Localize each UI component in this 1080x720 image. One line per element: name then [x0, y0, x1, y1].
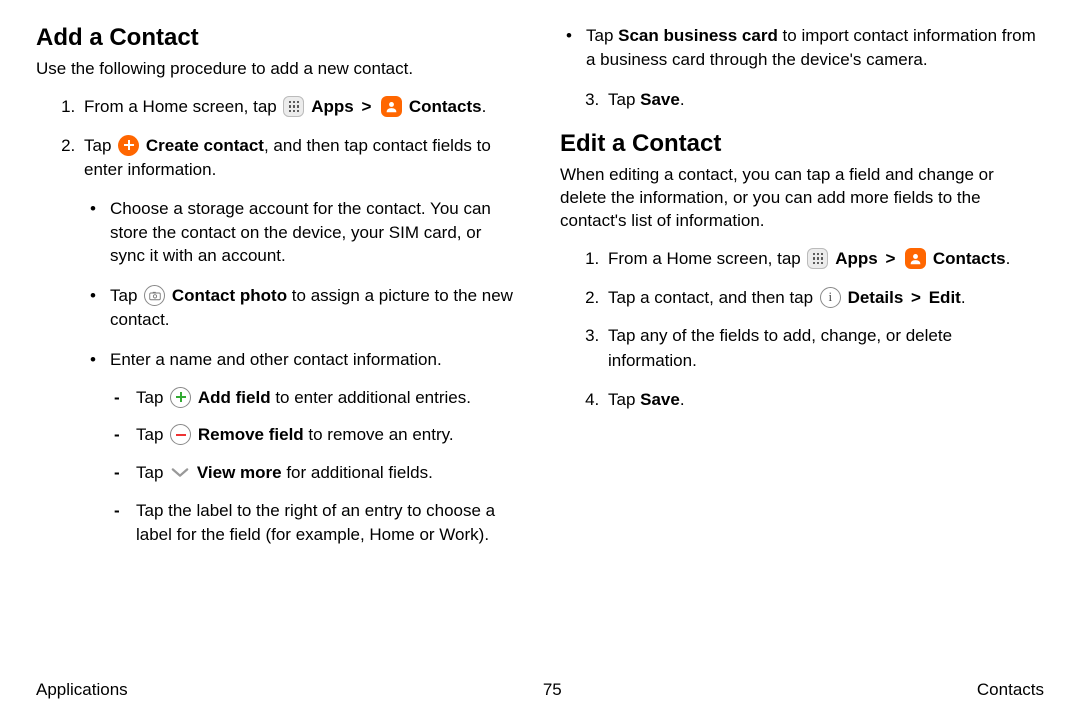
plus-icon [118, 135, 139, 156]
dash-label-choose: Tap the label to the right of an entry t… [110, 499, 520, 547]
text: Tap [608, 390, 640, 409]
separator: > [911, 288, 921, 307]
contacts-label: Contacts [933, 249, 1006, 268]
details-label: Details [848, 288, 904, 307]
text: for additional fields. [282, 463, 433, 482]
intro-edit: When editing a contact, you can tap a fi… [560, 164, 1044, 233]
page-footer: Applications 75 Contacts [36, 670, 1044, 700]
contacts-icon [905, 248, 926, 269]
edit-step-4: Tap Save. [604, 388, 1044, 413]
footer-left: Applications [36, 680, 128, 700]
bullet-scan-card: Tap Scan business card to import contact… [560, 24, 1044, 72]
edit-label: Edit [929, 288, 961, 307]
chevron-down-icon [170, 465, 190, 481]
text: Tap [586, 26, 618, 45]
text: Tap a contact, and then tap [608, 288, 818, 307]
left-column: Add a Contact Use the following procedur… [36, 24, 520, 670]
add-steps-cont: Tap Save. [604, 88, 1044, 113]
camera-icon [144, 285, 165, 306]
right-column: Tap Scan business card to import contact… [560, 24, 1044, 670]
text: to assign a picture to the new contact. [110, 286, 513, 329]
contacts-label: Contacts [409, 97, 482, 116]
bullet-name-info: Enter a name and other contact informati… [84, 348, 520, 547]
separator: > [885, 249, 895, 268]
intro-add: Use the following procedure to add a new… [36, 58, 520, 81]
edit-step-2: Tap a contact, and then tap Details > Ed… [604, 286, 1044, 311]
contacts-icon [381, 96, 402, 117]
add-step-2: Tap Create contact, and then tap contact… [80, 134, 520, 547]
contact-photo-label: Contact photo [172, 286, 287, 305]
save-label: Save [640, 90, 680, 109]
add-step-3: Tap Save. [604, 88, 1044, 113]
remove-field-label: Remove field [198, 425, 304, 444]
add-sub-bullets: Choose a storage account for the contact… [84, 197, 520, 547]
save-label: Save [640, 390, 680, 409]
dash-view-more: Tap View more for additional fields. [110, 461, 520, 485]
bullet-photo: Tap Contact photo to assign a picture to… [84, 284, 520, 332]
text: Tap [136, 425, 168, 444]
text: From a Home screen, tap [84, 97, 281, 116]
edit-step-3: Tap any of the fields to add, change, or… [604, 324, 1044, 373]
dash-add-field: Tap Add field to enter additional entrie… [110, 386, 520, 410]
heading-edit-contact: Edit a Contact [560, 130, 1044, 158]
apps-label: Apps [835, 249, 878, 268]
dash-remove-field: Tap Remove field to remove an entry. [110, 423, 520, 447]
info-icon [820, 287, 841, 308]
text: Tap [136, 463, 168, 482]
add-field-label: Add field [198, 388, 271, 407]
create-contact-label: Create contact [146, 136, 264, 155]
apps-icon [807, 248, 828, 269]
text: Tap [608, 90, 640, 109]
field-actions: Tap Add field to enter additional entrie… [110, 386, 520, 547]
add-steps: From a Home screen, tap Apps > Contacts.… [80, 95, 520, 547]
apps-label: Apps [311, 97, 354, 116]
add-field-icon [170, 387, 191, 408]
footer-page-number: 75 [543, 680, 562, 700]
scan-card-label: Scan business card [618, 26, 778, 45]
edit-step-1: From a Home screen, tap Apps > Contacts. [604, 247, 1044, 272]
text: to enter additional entries. [271, 388, 471, 407]
view-more-label: View more [197, 463, 282, 482]
footer-right: Contacts [977, 680, 1044, 700]
text: Tap [110, 286, 142, 305]
text: Enter a name and other contact informati… [110, 350, 442, 369]
bullet-storage: Choose a storage account for the contact… [84, 197, 520, 268]
heading-add-contact: Add a Contact [36, 24, 520, 52]
continued-bullets: Tap Scan business card to import contact… [560, 24, 1044, 72]
text: to remove an entry. [304, 425, 454, 444]
text: From a Home screen, tap [608, 249, 805, 268]
text: Tap [84, 136, 116, 155]
edit-steps: From a Home screen, tap Apps > Contacts.… [604, 247, 1044, 412]
add-step-1: From a Home screen, tap Apps > Contacts. [80, 95, 520, 120]
text: Tap [136, 388, 168, 407]
apps-icon [283, 96, 304, 117]
separator: > [361, 97, 371, 116]
remove-field-icon [170, 424, 191, 445]
